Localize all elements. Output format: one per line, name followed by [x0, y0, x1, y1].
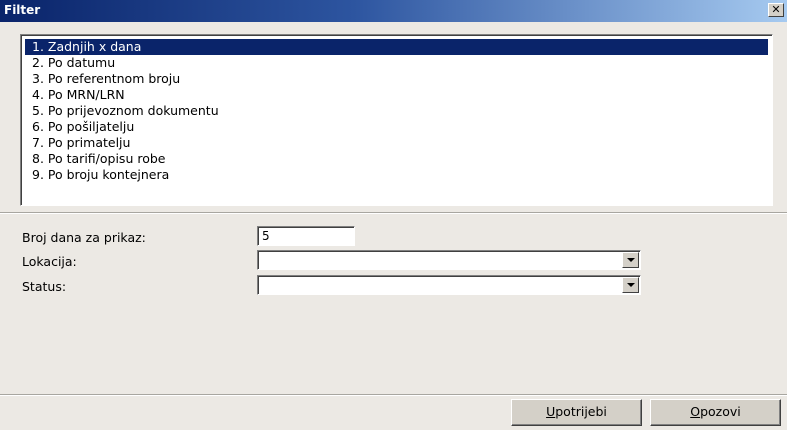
- list-item[interactable]: 9. Po broju kontejnera: [25, 167, 768, 183]
- list-item[interactable]: 2. Po datumu: [25, 55, 768, 71]
- cancel-button[interactable]: Opozovi: [650, 399, 781, 426]
- list-item[interactable]: 7. Po primatelju: [25, 135, 768, 151]
- chevron-down-icon[interactable]: [622, 252, 639, 268]
- days-label: Broj dana za prikaz:: [22, 230, 146, 245]
- apply-button[interactable]: Upotrijebi: [511, 399, 642, 426]
- chevron-down-icon[interactable]: [622, 277, 639, 293]
- footer-divider: [0, 394, 787, 396]
- apply-label: potrijebi: [555, 404, 607, 419]
- location-select[interactable]: [257, 250, 641, 270]
- window-title: Filter: [4, 3, 41, 17]
- list-item[interactable]: 1. Zadnjih x dana: [25, 39, 768, 55]
- apply-mnemonic: U: [546, 404, 556, 419]
- cancel-mnemonic: O: [690, 404, 701, 419]
- cancel-label: pozovi: [700, 404, 741, 419]
- status-label: Status:: [22, 279, 67, 294]
- list-item[interactable]: 6. Po pošiljatelju: [25, 119, 768, 135]
- days-input[interactable]: 5: [257, 226, 355, 246]
- section-divider: [0, 212, 787, 214]
- title-bar[interactable]: Filter ✕: [0, 0, 787, 22]
- filter-type-list[interactable]: 1. Zadnjih x dana 2. Po datumu 3. Po ref…: [20, 34, 773, 206]
- location-label: Lokacija:: [22, 254, 77, 269]
- list-item[interactable]: 5. Po prijevoznom dokumentu: [25, 103, 768, 119]
- list-item[interactable]: 8. Po tarifi/opisu robe: [25, 151, 768, 167]
- list-item[interactable]: 4. Po MRN/LRN: [25, 87, 768, 103]
- list-item[interactable]: 3. Po referentnom broju: [25, 71, 768, 87]
- status-select[interactable]: [257, 275, 641, 295]
- filter-dialog: Filter ✕ 1. Zadnjih x dana 2. Po datumu …: [0, 0, 787, 430]
- close-icon[interactable]: ✕: [768, 3, 784, 17]
